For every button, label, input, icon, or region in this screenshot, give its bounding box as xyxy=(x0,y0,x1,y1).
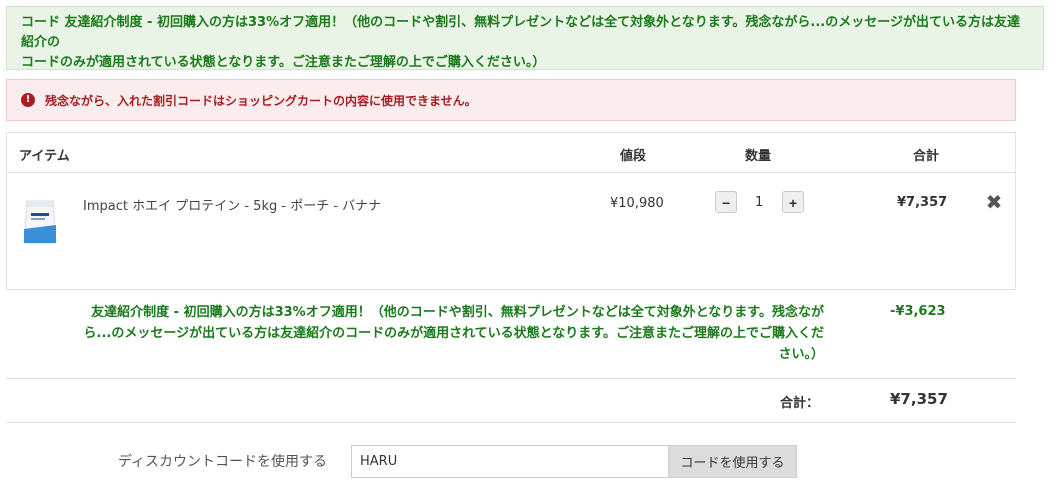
divider xyxy=(6,422,1016,423)
apply-code-button[interactable]: コードを使用する xyxy=(668,445,797,478)
discount-line-1: 友達紹介制度 - 初回購入の方は33%オフ適用！（他のコードや割引、無料プレゼン… xyxy=(91,305,824,320)
product-image[interactable] xyxy=(21,195,59,247)
header-item: アイテム xyxy=(19,149,70,164)
success-notice-line-1: コード 友達紹介制度 - 初回購入の方は33%オフ適用！（他のコードや割引、無料… xyxy=(21,15,1020,50)
total-value: ¥7,357 xyxy=(890,390,948,408)
remove-item-icon[interactable]: ✖ xyxy=(983,191,1005,213)
product-price: ¥10,980 xyxy=(610,196,664,211)
header-qty: 数量 xyxy=(745,149,772,164)
success-notice: コード 友達紹介制度 - 初回購入の方は33%オフ適用！（他のコードや割引、無料… xyxy=(6,6,1044,70)
success-notice-line-2: コードのみが適用されている状態となります。ご注意またご理解の上でご購入ください。… xyxy=(21,55,546,70)
product-name[interactable]: Impact ホエイ プロテイン - 5kg - ポーチ - バナナ xyxy=(83,195,381,214)
qty-increase-button[interactable]: + xyxy=(782,191,804,213)
line-total: ¥7,357 xyxy=(897,195,948,210)
discount-code-label: ディスカウントコードを使用する xyxy=(118,454,328,470)
error-message: 残念ながら、入れた割引コードはショッピングカートの内容に使用できません。 xyxy=(45,93,477,108)
discount-code-input[interactable] xyxy=(351,445,669,478)
discount-line-2: ら...のメッセージが出ている方は友達紹介のコードのみが適用されている状態となり… xyxy=(83,326,824,341)
discount-description: 友達紹介制度 - 初回購入の方は33%オフ適用！（他のコードや割引、無料プレゼン… xyxy=(6,302,824,365)
qty-decrease-button[interactable]: − xyxy=(715,191,737,213)
qty-value[interactable]: 1 xyxy=(755,195,763,210)
header-price: 値段 xyxy=(620,149,647,164)
error-icon: ! xyxy=(21,93,35,107)
cart-table: アイテム 値段 数量 合計 Impact ホエイ プロテイン - 5kg - ポ… xyxy=(6,132,1016,290)
error-notice: ! 残念ながら、入れた割引コードはショッピングカートの内容に使用できません。 xyxy=(6,79,1016,121)
discount-amount: -¥3,623 xyxy=(890,304,946,319)
header-divider xyxy=(7,172,1015,173)
total-label: 合計： xyxy=(780,396,820,411)
divider xyxy=(6,378,1016,379)
discount-line-3: さい。） xyxy=(778,347,824,362)
header-total: 合計 xyxy=(913,149,940,164)
